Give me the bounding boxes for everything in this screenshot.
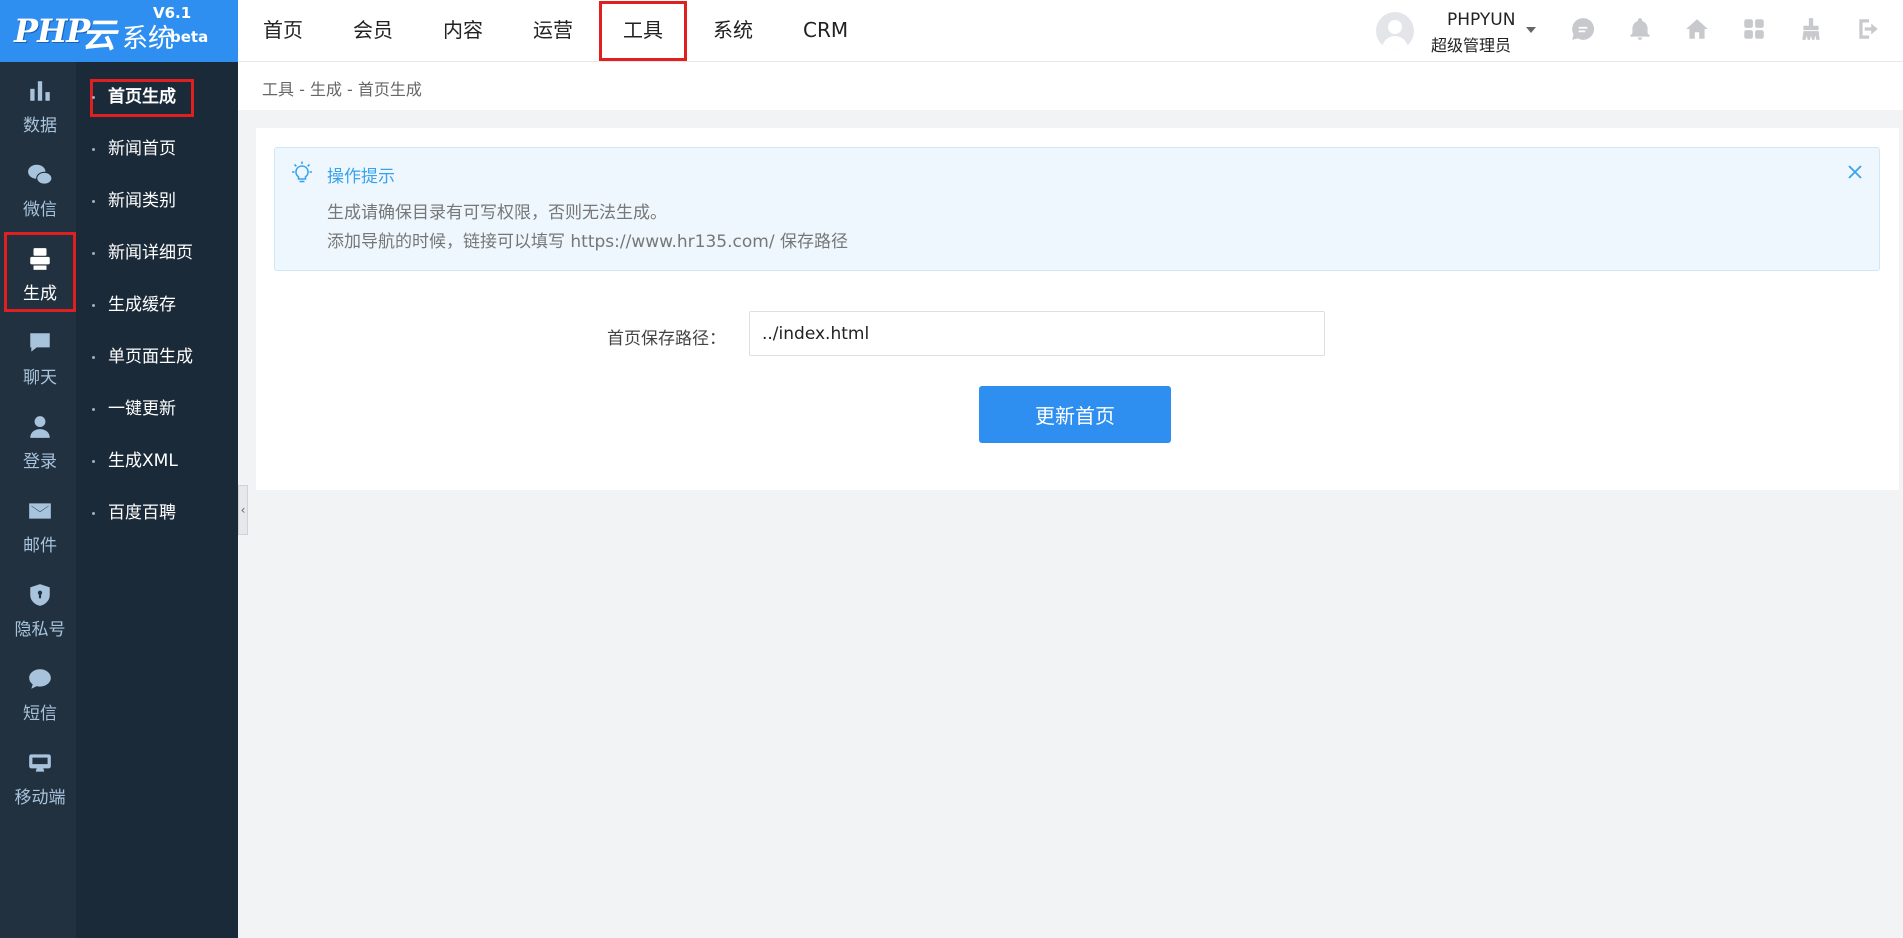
mail-icon bbox=[29, 503, 51, 519]
top-bar: 首页 会员 内容 运营 工具 系统 CRM PHPYUN 超级管理员 bbox=[238, 0, 1903, 62]
chevron-left-icon: ‹ bbox=[240, 503, 246, 517]
user-menu[interactable]: PHPYUN 超级管理员 bbox=[1376, 10, 1546, 55]
sidebar-item-login[interactable]: 登录 bbox=[4, 400, 76, 480]
sidebar-item-label: 聊天 bbox=[23, 368, 57, 388]
sidebar-item-label: 登录 bbox=[23, 452, 57, 472]
top-nav: 首页 会员 内容 运营 工具 系统 CRM bbox=[238, 0, 873, 62]
mobile-icon bbox=[29, 754, 51, 772]
sidebar-item-label: 短信 bbox=[23, 704, 57, 724]
subnav-item-one-click-update[interactable]: 一键更新 bbox=[76, 389, 238, 429]
topnav-tools[interactable]: 工具 bbox=[598, 0, 688, 62]
tips-box: 操作提示 生成请确保目录有可写权限，否则无法生成。 添加导航的时候，链接可以填写… bbox=[274, 147, 1880, 271]
topnav-home[interactable]: 首页 bbox=[238, 0, 328, 62]
subnav-item-news-detail[interactable]: 新闻详细页 bbox=[76, 233, 238, 273]
sidebar-item-mobile[interactable]: 移动端 bbox=[4, 736, 76, 816]
subnav-label: 新闻类别 bbox=[108, 191, 176, 211]
user-role: 超级管理员 bbox=[1431, 36, 1512, 55]
chevron-down-icon[interactable] bbox=[1526, 27, 1536, 33]
chat-bubble-icon bbox=[30, 333, 50, 352]
subnav-item-home-generate[interactable]: 首页生成 bbox=[76, 77, 238, 117]
breadcrumb-bar bbox=[238, 62, 1903, 110]
topnav-system[interactable]: 系统 bbox=[688, 0, 778, 62]
sidebar-item-label: 邮件 bbox=[23, 536, 57, 556]
collapse-sidebar-button[interactable]: ‹ bbox=[238, 485, 248, 535]
tips-title: 操作提示 bbox=[327, 167, 395, 187]
sidebar-item-label: 移动端 bbox=[14, 788, 66, 808]
sidebar-item-label: 数据 bbox=[23, 116, 57, 136]
avatar[interactable] bbox=[1376, 12, 1414, 50]
broom-icon[interactable] bbox=[1796, 14, 1826, 44]
top-icons bbox=[1568, 14, 1903, 44]
printer-icon bbox=[30, 248, 50, 270]
sidebar-item-data[interactable]: 数据 bbox=[4, 64, 76, 144]
subnav-item-baidu[interactable]: 百度百聘 bbox=[76, 493, 238, 533]
subnav-item-cache[interactable]: 生成缓存 bbox=[76, 285, 238, 325]
app-logo[interactable]: PHP 云 系统 V6.1 beta bbox=[0, 0, 238, 62]
subnav-label: 新闻首页 bbox=[108, 139, 176, 159]
sidebar-item-label: 隐私号 bbox=[14, 620, 66, 640]
breadcrumb: 工具 - 生成 - 首页生成 bbox=[262, 80, 422, 99]
lightbulb-icon bbox=[289, 160, 315, 186]
subnav-label: 生成XML bbox=[108, 451, 178, 471]
topnav-member[interactable]: 会员 bbox=[328, 0, 418, 62]
subnav-item-news-home[interactable]: 新闻首页 bbox=[76, 129, 238, 169]
sidebar-item-wechat[interactable]: 微信 bbox=[4, 148, 76, 228]
subnav-item-news-category[interactable]: 新闻类别 bbox=[76, 181, 238, 221]
user-icon bbox=[30, 416, 50, 438]
sidebar-item-chat[interactable]: 聊天 bbox=[4, 316, 76, 396]
wechat-icon bbox=[28, 164, 53, 185]
sidebar-item-privacy[interactable]: 隐私号 bbox=[4, 568, 76, 648]
main-panel: 操作提示 生成请确保目录有可写权限，否则无法生成。 添加导航的时候，链接可以填写… bbox=[256, 128, 1899, 490]
topnav-crm[interactable]: CRM bbox=[778, 0, 873, 62]
sub-sidebar: 首页生成 新闻首页 新闻类别 新闻详细页 生成缓存 单页面生成 一键更新 生成X… bbox=[76, 62, 238, 938]
topnav-content[interactable]: 内容 bbox=[418, 0, 508, 62]
subnav-item-single-page[interactable]: 单页面生成 bbox=[76, 337, 238, 377]
shield-icon bbox=[30, 584, 50, 606]
bar-chart-icon bbox=[30, 81, 50, 101]
user-name: PHPYUN bbox=[1447, 10, 1516, 30]
logo-system: 系统 bbox=[122, 24, 175, 54]
logo-beta: beta bbox=[170, 28, 209, 46]
subnav-item-xml[interactable]: 生成XML bbox=[76, 441, 238, 481]
sidebar-item-label: 微信 bbox=[23, 200, 57, 220]
logo-version: V6.1 bbox=[153, 4, 192, 22]
update-home-button[interactable]: 更新首页 bbox=[979, 386, 1171, 443]
chat-icon[interactable] bbox=[1568, 14, 1598, 44]
sidebar-item-label: 生成 bbox=[23, 284, 57, 304]
sidebar-item-generate[interactable]: 生成 bbox=[4, 232, 76, 312]
icon-sidebar: 数据 微信 生成 聊天 登录 邮件 隐私号 短信 移动端 bbox=[0, 62, 76, 938]
subnav-label: 一键更新 bbox=[108, 399, 176, 419]
apps-icon[interactable] bbox=[1739, 14, 1769, 44]
logo-brand: PHP bbox=[14, 12, 90, 50]
subnav-label: 生成缓存 bbox=[108, 295, 176, 315]
logo-yun: 云 bbox=[82, 16, 116, 56]
bell-icon[interactable] bbox=[1625, 14, 1655, 44]
tips-line: 添加导航的时候，链接可以填写 https://www.hr135.com/ 保存… bbox=[327, 232, 848, 252]
subnav-label: 百度百聘 bbox=[108, 503, 176, 523]
path-input[interactable] bbox=[749, 311, 1325, 356]
subnav-label: 新闻详细页 bbox=[108, 243, 193, 263]
topnav-operation[interactable]: 运营 bbox=[508, 0, 598, 62]
close-icon[interactable] bbox=[1845, 162, 1865, 182]
path-label: 首页保存路径： bbox=[607, 329, 726, 349]
sidebar-item-mail[interactable]: 邮件 bbox=[4, 484, 76, 564]
sidebar-item-sms[interactable]: 短信 bbox=[4, 652, 76, 732]
subnav-label: 单页面生成 bbox=[108, 347, 193, 367]
logout-icon[interactable] bbox=[1853, 14, 1883, 44]
tips-line: 生成请确保目录有可写权限，否则无法生成。 bbox=[327, 203, 667, 223]
home-icon[interactable] bbox=[1682, 14, 1712, 44]
message-icon bbox=[29, 669, 51, 689]
